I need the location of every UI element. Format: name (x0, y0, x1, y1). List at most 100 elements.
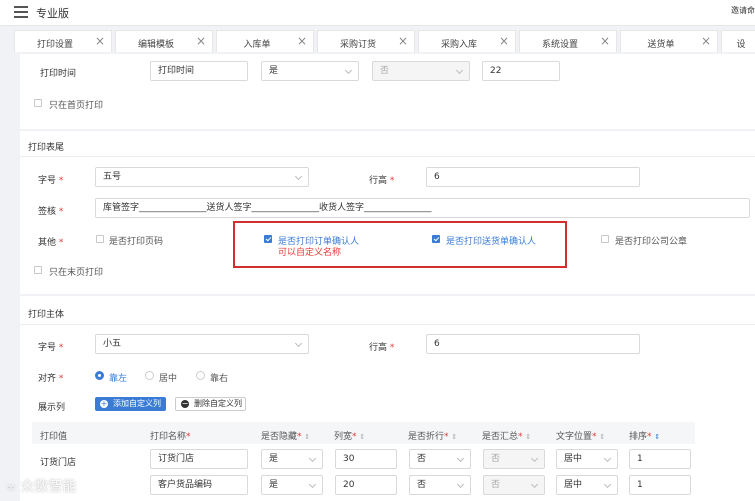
row-1-order-input[interactable]: 1 (629, 449, 691, 469)
chevron-down-icon (530, 480, 539, 489)
minus-icon: − (181, 399, 189, 408)
sort-icon: ⇕ (304, 433, 311, 441)
annotation-highlight-box (233, 221, 567, 268)
tab-delivery-note[interactable]: 送货单 × (620, 30, 718, 52)
divider (20, 156, 755, 157)
align-right-label: 靠右 (210, 374, 229, 384)
body-font-select[interactable]: 小五 (95, 334, 309, 354)
sort-icon: ⇕ (599, 433, 606, 441)
tab-edit-template[interactable]: 编辑模板 × (115, 30, 213, 52)
columns-label: 展示列 (38, 403, 66, 413)
footer-row-height-label: 行高 * (369, 176, 395, 186)
row-1-name-input[interactable]: 订货门店 (150, 449, 248, 469)
first-page-only-label: 只在首页打印 (49, 101, 104, 111)
tab-stock-in[interactable]: 入库单 × (216, 30, 314, 52)
th-print-name: 打印名称* (150, 432, 191, 442)
th-field: 打印值 (40, 432, 68, 442)
align-left-label: 靠左 (109, 374, 128, 384)
add-custom-column-button[interactable]: + 添加自定义列 (95, 397, 166, 411)
columns-table-header: 打印值 打印名称* 是否隐藏* ⇕ 列宽* ⇕ 是否折行* ⇕ 是否汇总* ⇕ … (32, 422, 695, 444)
print-page-number-checkbox[interactable] (96, 235, 104, 243)
th-wrap[interactable]: 是否折行* ⇕ (408, 429, 457, 442)
chevron-down-icon (456, 454, 465, 463)
row-2-position-select[interactable]: 居中 (556, 475, 618, 495)
chevron-down-icon (344, 66, 353, 75)
row-2-name-input[interactable]: 客户货品编码 (150, 475, 248, 495)
row-1-field: 订货门店 (40, 458, 77, 468)
tab-more[interactable]: 设 (721, 30, 755, 52)
print-time-width-input[interactable]: 22 (482, 61, 560, 81)
chevron-down-icon (294, 172, 303, 181)
footer-section-title: 打印表尾 (28, 143, 65, 153)
watermark-logo: ∞ 众数智能 (6, 479, 77, 495)
sort-icon: ⇕ (451, 433, 458, 441)
divider (20, 324, 755, 325)
footer-font-label: 字号 * (38, 176, 64, 186)
th-hidden[interactable]: 是否隐藏* ⇕ (261, 429, 310, 442)
row-2-sum-select: 否 (483, 475, 545, 495)
close-icon[interactable]: × (701, 34, 711, 48)
signature-input[interactable]: 库管签字_______________送货人签字_______________收… (95, 198, 750, 218)
first-page-only-checkbox[interactable] (34, 99, 42, 107)
row-2-hidden-select[interactable]: 是 (261, 475, 323, 495)
align-left-radio[interactable] (95, 371, 104, 380)
plus-icon: + (100, 399, 108, 408)
body-row-height-label: 行高 * (369, 343, 395, 353)
row-2-width-input[interactable]: 20 (335, 475, 397, 495)
print-company-seal-label: 是否打印公司公章 (615, 237, 688, 247)
th-sum[interactable]: 是否汇总* ⇕ (482, 429, 531, 442)
app-title: 专业版 (36, 7, 69, 20)
delete-custom-column-button[interactable]: − 删除自定义列 (175, 397, 246, 411)
sort-icon: ⇕ (654, 433, 661, 441)
footer-settings-panel: 打印表尾 字号 * 五号 行高 * 6 签核 * 库管签字___________… (20, 131, 755, 294)
align-center-radio[interactable] (145, 371, 154, 380)
row-1-hidden-select[interactable]: 是 (261, 449, 323, 469)
chevron-down-icon (530, 454, 539, 463)
print-time-name-input[interactable]: 打印时间 (150, 61, 248, 81)
body-font-label: 字号 * (38, 343, 64, 353)
align-right-radio[interactable] (196, 371, 205, 380)
footer-font-select[interactable]: 五号 (95, 167, 309, 187)
print-time-fold-select: 否 (372, 61, 470, 81)
invite-link[interactable]: 邀请命 (731, 5, 755, 16)
chevron-down-icon (308, 454, 317, 463)
align-label: 对齐 * (38, 374, 64, 384)
body-row-height-input[interactable]: 6 (426, 334, 640, 354)
chevron-down-icon (456, 480, 465, 489)
close-icon[interactable]: × (196, 34, 206, 48)
close-icon[interactable]: × (95, 34, 105, 48)
close-icon[interactable]: × (600, 34, 610, 48)
sort-icon: ⇕ (525, 433, 532, 441)
header-settings-panel: 打印时间 打印时间 是 否 22 只在首页打印 (20, 54, 755, 129)
row-2-order-input[interactable]: 1 (629, 475, 691, 495)
th-position[interactable]: 文字位置* ⇕ (556, 429, 605, 442)
print-time-label: 打印时间 (40, 69, 77, 79)
row-2-wrap-select[interactable]: 否 (409, 475, 471, 495)
row-1-width-input[interactable]: 30 (335, 449, 397, 469)
menu-icon[interactable] (14, 6, 28, 18)
print-time-show-select[interactable]: 是 (261, 61, 359, 81)
th-width[interactable]: 列宽* ⇕ (334, 429, 365, 442)
chevron-down-icon (455, 66, 464, 75)
footer-row-height-input[interactable]: 6 (426, 167, 640, 187)
print-company-seal-checkbox[interactable] (601, 235, 609, 243)
row-1-wrap-select[interactable]: 否 (409, 449, 471, 469)
close-icon[interactable]: × (297, 34, 307, 48)
chevron-down-icon (603, 480, 612, 489)
tab-purchase-order[interactable]: 采购订货 × (317, 30, 415, 52)
close-icon[interactable]: × (499, 34, 509, 48)
th-order[interactable]: 排序* ⇕ (629, 429, 660, 442)
chevron-down-icon (603, 454, 612, 463)
last-page-only-checkbox[interactable] (34, 266, 42, 274)
tab-system-settings[interactable]: 系统设置 × (519, 30, 617, 52)
tab-print-settings[interactable]: 打印设置 × (14, 30, 112, 52)
sort-icon: ⇕ (359, 433, 366, 441)
align-center-label: 居中 (159, 374, 178, 384)
print-page-number-label: 是否打印页码 (109, 237, 164, 247)
close-icon[interactable]: × (398, 34, 408, 48)
body-settings-panel: 打印主体 字号 * 小五 行高 * 6 对齐 * 靠左 居中 靠右 展示列 + 添… (20, 296, 755, 501)
chevron-down-icon (294, 339, 303, 348)
row-1-position-select[interactable]: 居中 (556, 449, 618, 469)
chevron-down-icon (308, 480, 317, 489)
tab-purchase-in[interactable]: 采购入库 × (418, 30, 516, 52)
